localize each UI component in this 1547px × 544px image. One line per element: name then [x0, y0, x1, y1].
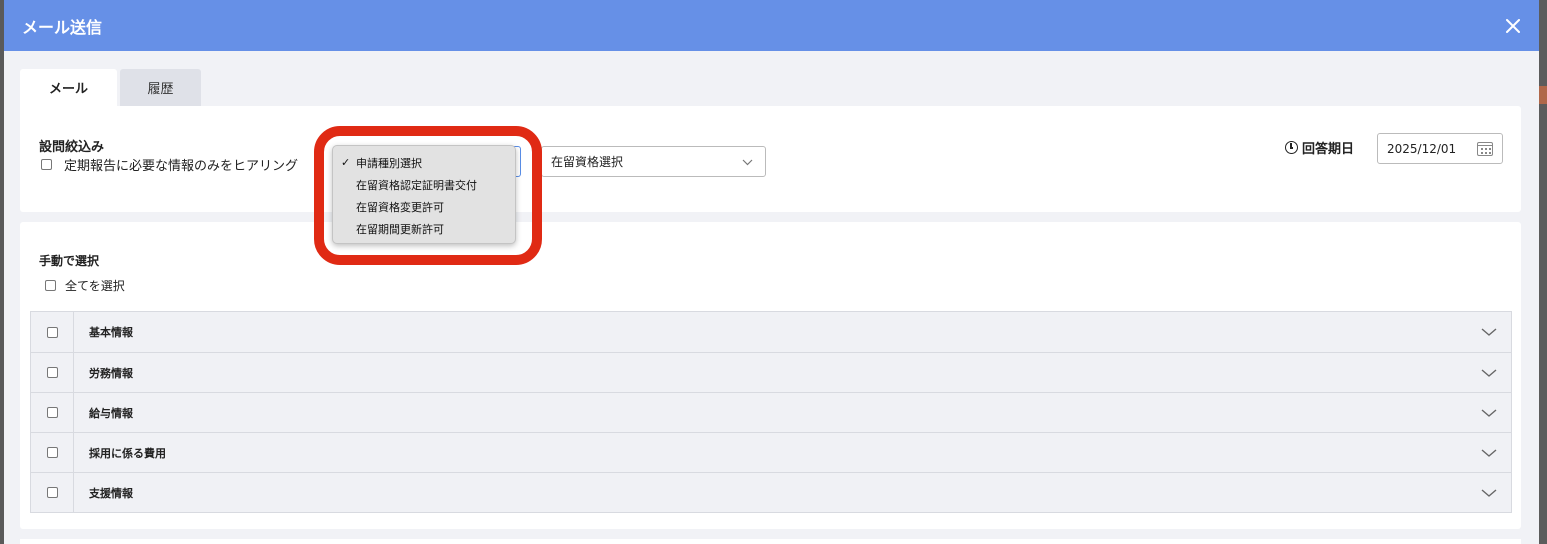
periodic-report-option[interactable]: 定期報告に必要な情報のみをヒアリング: [41, 155, 298, 174]
residence-status-select[interactable]: 在留資格選択: [541, 146, 766, 177]
section-label: 採用に係る費用: [89, 446, 166, 460]
section-checkbox[interactable]: [46, 367, 58, 378]
due-date-value: 2025/12/01: [1387, 141, 1457, 156]
periodic-report-checkbox[interactable]: [41, 159, 52, 170]
chevron-down-icon[interactable]: [1481, 485, 1497, 501]
section-row-support[interactable]: 支援情報: [31, 472, 1511, 512]
tab-mail[interactable]: メール: [20, 69, 117, 106]
modal-header: メール送信: [4, 0, 1539, 51]
chevron-down-icon[interactable]: [1481, 445, 1497, 461]
manual-select-title: 手動で選択: [39, 254, 100, 268]
section-list: 基本情報 労務情報 給与情報 採用に係る費用 支援情報: [30, 311, 1512, 513]
tab-bar: メール 履歴: [20, 69, 201, 106]
option-label: 在留期間更新許可: [356, 223, 444, 236]
select-all-label: 全てを選択: [65, 279, 125, 293]
section-label: 給与情報: [89, 406, 133, 420]
section-row-salary[interactable]: 給与情報: [31, 392, 1511, 432]
calendar-icon[interactable]: [1477, 142, 1493, 156]
option-label: 在留資格変更許可: [356, 201, 444, 214]
section-checkbox-cell: [31, 433, 74, 472]
residence-status-value: 在留資格選択: [551, 155, 624, 169]
section-label: 基本情報: [89, 326, 133, 339]
section-checkbox[interactable]: [46, 487, 58, 498]
tab-history[interactable]: 履歴: [120, 69, 201, 106]
next-panel: [20, 539, 1521, 544]
section-row-hiring-cost[interactable]: 採用に係る費用: [31, 432, 1511, 472]
checkmark-icon: ✓: [341, 156, 351, 169]
application-type-dropdown: ✓ 申請種別選択 在留資格認定証明書交付 在留資格変更許可 在留期間更新許可: [332, 145, 516, 244]
due-date-input[interactable]: 2025/12/01: [1377, 133, 1503, 164]
section-checkbox-cell: [31, 473, 74, 512]
chevron-down-icon[interactable]: [1481, 324, 1497, 340]
chevron-down-icon[interactable]: [1481, 405, 1497, 421]
backdrop-right: [1539, 0, 1547, 544]
periodic-report-label: 定期報告に必要な情報のみをヒアリング: [64, 159, 299, 174]
close-button[interactable]: [1501, 14, 1525, 38]
section-label: 支援情報: [89, 486, 133, 500]
clock-icon: [1285, 141, 1298, 154]
modal-title: メール送信: [22, 17, 103, 37]
section-row-labor[interactable]: 労務情報: [31, 352, 1511, 392]
option-label: 在留資格認定証明書交付: [356, 179, 477, 192]
dropdown-option-renewal-permit[interactable]: 在留期間更新許可: [333, 218, 515, 240]
section-checkbox-cell: [31, 393, 74, 432]
question-filter-panel: 設問絞込み 定期報告に必要な情報のみをヒアリング 在留資格選択 回答期日 202…: [20, 106, 1521, 212]
section-checkbox-cell: [31, 312, 74, 352]
chevron-down-icon[interactable]: [1481, 365, 1497, 381]
dropdown-option-change-permit[interactable]: 在留資格変更許可: [333, 196, 515, 218]
due-date-label-text: 回答期日: [1302, 142, 1355, 157]
dropdown-option-certificate[interactable]: 在留資格認定証明書交付: [333, 174, 515, 196]
chevron-down-icon: [742, 159, 753, 166]
section-label: 労務情報: [89, 366, 133, 380]
section-row-basic[interactable]: 基本情報: [31, 312, 1511, 352]
section-checkbox[interactable]: [46, 326, 58, 338]
section-checkbox[interactable]: [46, 407, 58, 418]
dropdown-option-select-type[interactable]: ✓ 申請種別選択: [333, 152, 515, 174]
select-all-option[interactable]: 全てを選択: [45, 277, 125, 294]
filter-title: 設問絞込み: [39, 140, 105, 155]
backdrop-hint: [1539, 86, 1547, 104]
mail-send-modal: メール送信 メール 履歴 設問絞込み 定期報告に必要な情報のみをヒアリング 在留…: [4, 0, 1539, 544]
section-checkbox-cell: [31, 353, 74, 392]
option-label: 申請種別選択: [356, 157, 422, 170]
close-icon: [1506, 18, 1520, 33]
due-date-label: 回答期日: [1285, 138, 1354, 157]
manual-select-panel: 手動で選択 全てを選択 基本情報 労務情報 給与情報 採用に係る費用 支援情報: [20, 222, 1521, 529]
select-all-checkbox[interactable]: [45, 280, 56, 291]
section-checkbox[interactable]: [46, 447, 58, 458]
